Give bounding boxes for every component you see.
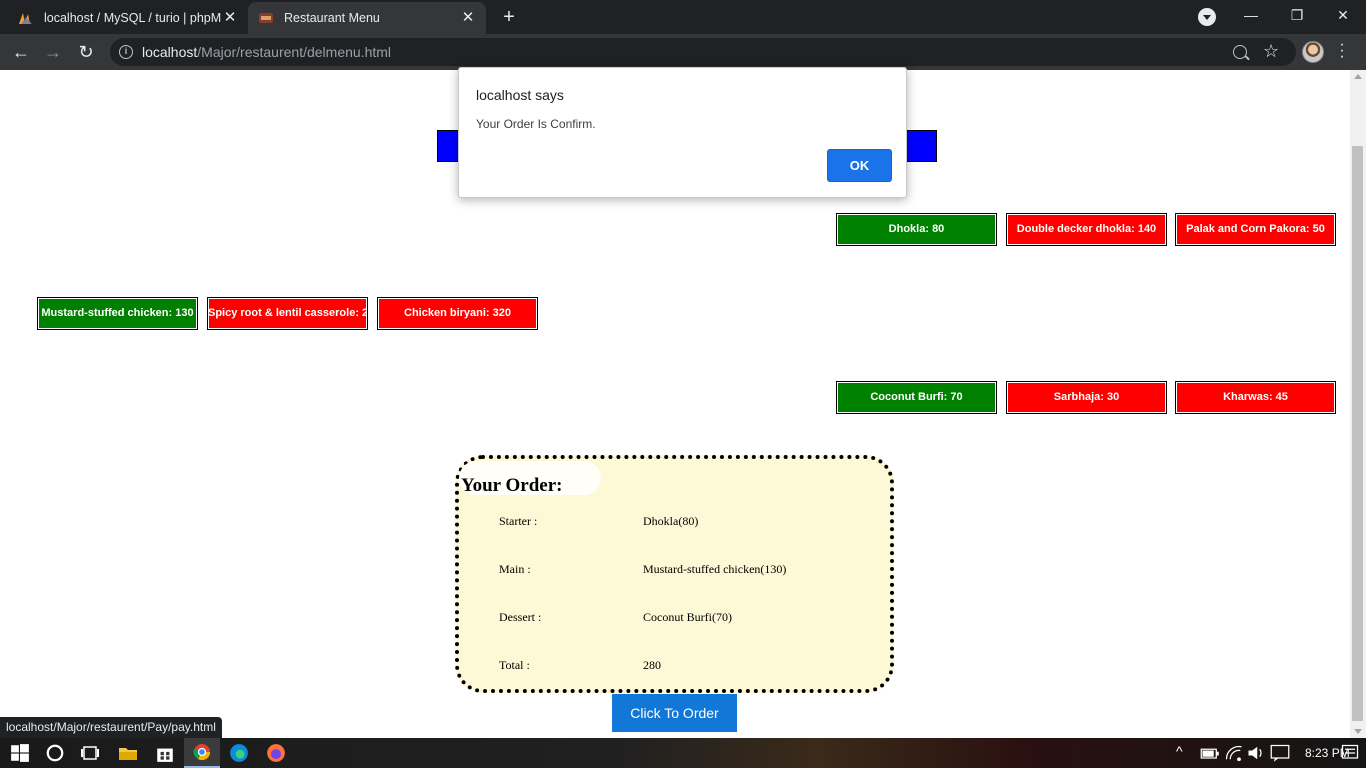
forward-icon[interactable]: → [41,40,65,64]
scroll-down-icon[interactable] [1354,729,1362,734]
order-summary: Your Order: Starter : Dhokla(80) Main : … [455,455,894,693]
task-view-icon[interactable] [80,743,100,763]
zoom-icon[interactable] [1233,45,1247,59]
scroll-up-icon[interactable] [1354,74,1362,79]
alert-dialog: localhost says Your Order Is Confirm. OK [458,67,907,198]
chrome-taskbar-active[interactable] [184,738,220,768]
dessert-value: Coconut Burfi(70) [643,610,732,624]
back-icon[interactable]: ← [9,40,33,64]
reload-icon[interactable]: ↻ [74,40,98,64]
restaurant-icon [258,10,274,26]
starter-label: Starter : [499,514,538,528]
volume-icon[interactable] [1246,743,1266,763]
tab-title: localhost / MySQL / turio | phpM [44,11,222,25]
order-heading: Your Order: [461,475,563,496]
menu-item-coconut-burfi[interactable]: Coconut Burfi: 70 [836,381,997,414]
close-icon[interactable]: ✕ [460,10,476,26]
dialog-message: Your Order Is Confirm. [476,117,596,131]
close-icon[interactable]: ✕ [222,10,238,26]
ime-icon[interactable] [1270,743,1290,763]
scroll-thumb[interactable] [1352,146,1363,721]
tab-restaurant-menu[interactable]: Restaurant Menu ✕ [248,2,486,34]
tray-chevron-icon[interactable]: ^ [1176,743,1183,759]
phpmyadmin-icon [18,10,34,26]
window-close-icon[interactable]: ✕ [1320,0,1366,32]
notification-icon[interactable] [1340,743,1360,763]
menu-item-dhokla[interactable]: Dhokla: 80 [836,213,997,246]
menu-kebab-icon[interactable]: · · · [1338,37,1346,65]
menu-item-spicy-casserole[interactable]: Spicy root & lentil casserole: 2( [207,297,368,330]
dialog-title: localhost says [476,87,564,103]
url-text[interactable]: localhost/Major/restaurent/delmenu.html [142,44,391,60]
click-to-order-button[interactable]: Click To Order [612,694,737,732]
edge-icon[interactable] [229,743,249,763]
menu-item-chicken-biryani[interactable]: Chicken biryani: 320 [377,297,538,330]
menu-item-sarbhaja[interactable]: Sarbhaja: 30 [1006,381,1167,414]
menu-item-palak-corn-pakora[interactable]: Palak and Corn Pakora: 50 [1175,213,1336,246]
tab-title: Restaurant Menu [284,11,380,25]
wifi-icon[interactable] [1224,743,1244,763]
menu-item-double-decker-dhokla[interactable]: Double decker dhokla: 140 [1006,213,1167,246]
restore-icon[interactable]: ❐ [1274,0,1320,32]
taskbar: ^ 8:23 PM [0,738,1366,768]
store-icon[interactable] [155,743,175,763]
tab-search-icon[interactable] [1198,8,1216,26]
chrome-icon [193,744,211,761]
scrollbar[interactable] [1350,70,1366,738]
firefox-icon[interactable] [266,743,286,763]
search-icon[interactable] [45,743,65,763]
bookmark-star-icon[interactable]: ☆ [1263,41,1279,61]
status-url-bubble: localhost/Major/restaurent/Pay/pay.html [0,717,222,738]
tab-strip: localhost / MySQL / turio | phpM ✕ Resta… [0,0,1366,34]
browser-toolbar: ← → ↻ i localhost/Major/restaurent/delme… [0,34,1366,70]
avatar[interactable] [1302,41,1324,63]
dessert-label: Dessert : [499,610,542,624]
new-tab-icon[interactable]: + [498,7,520,29]
minimize-icon[interactable]: — [1228,0,1274,32]
menu-item-mustard-chicken[interactable]: Mustard-stuffed chicken: 130 [37,297,198,330]
file-explorer-icon[interactable] [118,743,138,763]
ok-button[interactable]: OK [827,149,892,182]
battery-icon[interactable] [1200,743,1220,763]
windows-start-icon[interactable] [10,743,30,763]
total-value: 280 [643,658,661,672]
starter-value: Dhokla(80) [643,514,699,528]
main-value: Mustard-stuffed chicken(130) [643,562,787,576]
info-icon[interactable]: i [119,45,133,59]
main-label: Main : [499,562,531,576]
menu-item-kharwas[interactable]: Kharwas: 45 [1175,381,1336,414]
total-label: Total : [499,658,530,672]
tab-phpmyadmin[interactable]: localhost / MySQL / turio | phpM ✕ [8,2,248,34]
address-bar[interactable]: i localhost/Major/restaurent/delmenu.htm… [110,38,1296,66]
